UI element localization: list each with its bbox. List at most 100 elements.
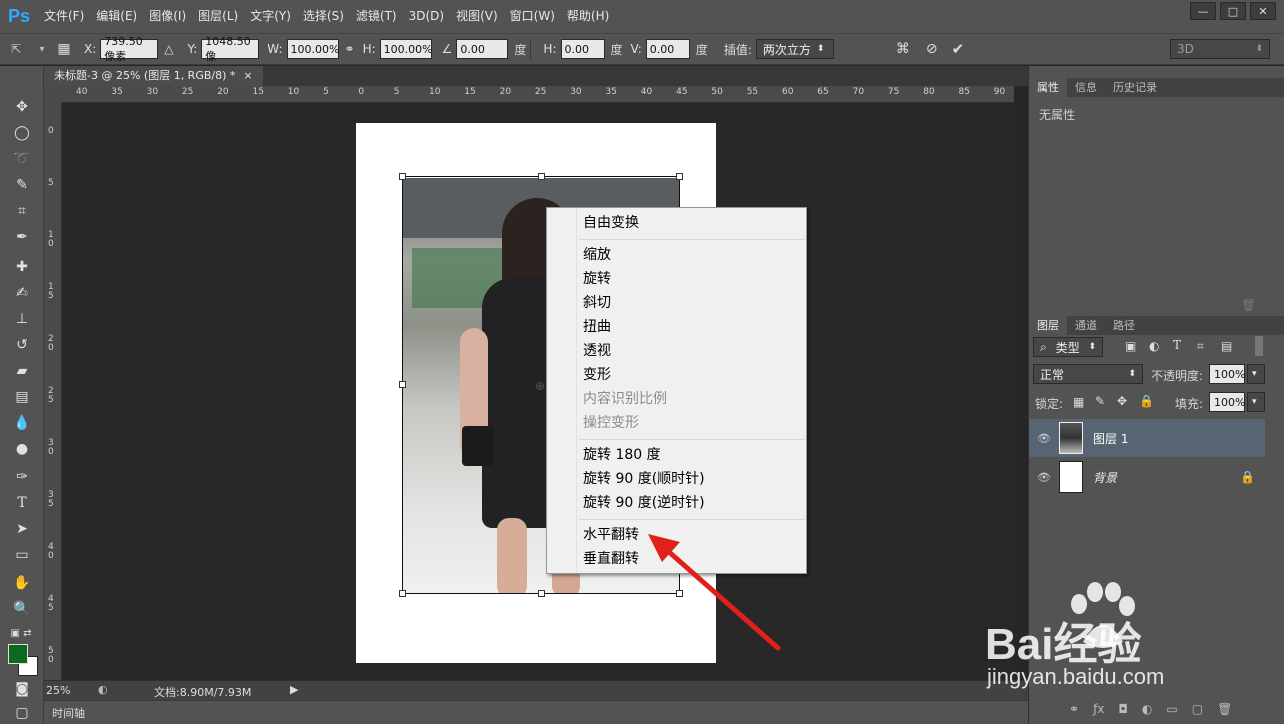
menu-item-flip-horizontal[interactable]: 水平翻转 xyxy=(583,524,639,546)
eraser-tool-icon[interactable]: ▰ xyxy=(10,360,34,382)
zoom-level[interactable]: 25% xyxy=(46,684,70,697)
menu-select[interactable]: 选择(S) xyxy=(297,0,350,33)
blur-tool-icon[interactable]: 💧 xyxy=(10,412,34,434)
lock-transparent-icon[interactable]: ▦ xyxy=(1073,395,1084,409)
blend-mode-select[interactable]: 正常 ⬍ xyxy=(1033,364,1143,384)
menu-item-skew[interactable]: 斜切 xyxy=(583,292,611,314)
y-position-field[interactable]: 1048.50 像 xyxy=(201,35,260,63)
reference-point-icon[interactable]: ▦ xyxy=(52,41,76,57)
close-tab-icon[interactable]: × xyxy=(243,66,252,86)
layer-name[interactable]: 图层 1 xyxy=(1093,430,1128,447)
pixel-filter-icon[interactable]: ▣ xyxy=(1125,339,1136,353)
type-filter-icon[interactable]: T xyxy=(1173,338,1181,352)
opacity-field[interactable]: 100% xyxy=(1209,364,1245,384)
fill-field[interactable]: 100% xyxy=(1209,392,1245,412)
transform-handle[interactable] xyxy=(538,173,545,180)
relative-position-icon[interactable]: △ xyxy=(164,42,173,56)
menu-item-scale[interactable]: 缩放 xyxy=(583,244,611,266)
gradient-tool-icon[interactable]: ▤ xyxy=(10,386,34,408)
tab-properties[interactable]: 属性 xyxy=(1029,78,1067,97)
screen-mode-icon[interactable]: ▢ xyxy=(10,702,34,724)
canvas-area[interactable]: ⊕ xyxy=(62,103,1014,680)
play-triangle-icon[interactable]: ▶ xyxy=(290,683,298,696)
zoom-tool-icon[interactable]: 🔍 xyxy=(10,598,34,620)
transform-handle[interactable] xyxy=(399,173,406,180)
swap-colors-icon[interactable]: ▣ ⇄ xyxy=(6,622,36,644)
horizontal-ruler[interactable]: 40 35 30 25 20 15 10 5 0 5 10 15 20 25 30 35 40 45 50 55 60 6… xyxy=(62,86,1014,103)
transform-handle[interactable] xyxy=(676,173,683,180)
path-selection-icon[interactable]: ➤ xyxy=(10,518,34,540)
trash-icon[interactable]: 🗑 xyxy=(1241,298,1256,312)
layer-filter-select[interactable]: ⌕ 类型 ⬍ xyxy=(1033,337,1103,357)
document-tab[interactable]: 未标题-3 @ 25% (图层 1, RGB/8) * × xyxy=(44,66,263,86)
tab-paths[interactable]: 路径 xyxy=(1105,316,1143,335)
delete-layer-icon[interactable]: 🗑 xyxy=(1217,702,1232,716)
x-position-field[interactable]: 739.50 像素 xyxy=(100,35,159,63)
transform-center-icon[interactable]: ⊕ xyxy=(535,379,545,393)
tab-history[interactable]: 历史记录 xyxy=(1105,78,1165,97)
minimize-icon[interactable]: — xyxy=(1190,2,1216,20)
filter-toggle[interactable] xyxy=(1255,336,1263,356)
crop-tool-icon[interactable]: ⌗ xyxy=(10,200,34,222)
opacity-dropdown-icon[interactable]: ▾ xyxy=(1247,364,1265,384)
transform-handle[interactable] xyxy=(399,381,406,388)
rotate-angle-field[interactable]: 0.00 xyxy=(456,39,509,59)
menu-type[interactable]: 文字(Y) xyxy=(244,0,297,33)
menu-file[interactable]: 文件(F) xyxy=(38,0,90,33)
quick-selection-icon[interactable]: ✎ xyxy=(10,174,34,196)
fill-dropdown-icon[interactable]: ▾ xyxy=(1247,392,1265,412)
lock-all-icon[interactable]: 🔒 xyxy=(1139,394,1154,408)
maximize-icon[interactable]: □ xyxy=(1220,2,1246,20)
workspace-select[interactable]: 3D ⬍ xyxy=(1170,39,1270,59)
brush-tool-icon[interactable]: ✍ xyxy=(10,282,34,304)
layer-row-background[interactable]: 👁 背景 🔒 xyxy=(1029,458,1265,496)
foreground-color-swatch[interactable] xyxy=(8,644,28,664)
layer-row-layer-1[interactable]: 👁 图层 1 xyxy=(1029,419,1265,457)
eye-icon[interactable]: 👁 xyxy=(1029,432,1059,445)
move-tool-preset-icon[interactable]: ⇱ xyxy=(0,42,32,56)
h-skew-field[interactable]: 0.00 xyxy=(560,39,605,59)
menu-item-warp[interactable]: 变形 xyxy=(583,364,611,386)
shape-filter-icon[interactable]: ⌗ xyxy=(1197,339,1204,354)
smart-object-filter-icon[interactable]: ▤ xyxy=(1221,339,1232,353)
transform-handle[interactable] xyxy=(399,590,406,597)
width-field[interactable]: 100.00% xyxy=(286,39,339,59)
cancel-transform-icon[interactable]: ⊘ xyxy=(926,41,938,57)
warp-mode-icon[interactable]: ⌘ xyxy=(896,41,910,57)
status-menu-icon[interactable]: ◐ xyxy=(98,683,108,696)
menu-help[interactable]: 帮助(H) xyxy=(561,0,615,33)
timeline-tab[interactable]: 时间轴 xyxy=(52,705,85,721)
layer-style-icon[interactable]: ƒx xyxy=(1093,702,1104,716)
menu-layer[interactable]: 图层(L) xyxy=(192,0,244,33)
type-tool-icon[interactable]: T xyxy=(10,492,34,514)
tab-channels[interactable]: 通道 xyxy=(1067,316,1105,335)
link-layers-icon[interactable]: ⚭ xyxy=(1069,702,1079,716)
menu-item-rotate-90-ccw[interactable]: 旋转 90 度(逆时针) xyxy=(583,492,705,514)
menu-item-distort[interactable]: 扭曲 xyxy=(583,316,611,338)
interpolation-select[interactable]: 两次立方 ⬍ xyxy=(755,39,834,59)
adjustment-filter-icon[interactable]: ◐ xyxy=(1149,339,1159,353)
hand-tool-icon[interactable]: ✋ xyxy=(10,572,34,594)
eye-icon[interactable]: 👁 xyxy=(1029,471,1059,484)
lasso-tool-icon[interactable]: ➰ xyxy=(10,148,34,170)
height-field[interactable]: 100.00% xyxy=(379,39,433,59)
new-adjustment-icon[interactable]: ◐ xyxy=(1142,702,1152,716)
menu-item-rotate-90-cw[interactable]: 旋转 90 度(顺时针) xyxy=(583,468,705,490)
menu-item-free-transform[interactable]: 自由变换 xyxy=(583,212,639,234)
tab-layers[interactable]: 图层 xyxy=(1029,316,1067,335)
layer-name[interactable]: 背景 xyxy=(1093,469,1117,486)
commit-transform-icon[interactable]: ✔ xyxy=(952,40,965,58)
lock-position-icon[interactable]: ✥ xyxy=(1117,394,1127,408)
pen-tool-icon[interactable]: ✑ xyxy=(10,466,34,488)
tab-info[interactable]: 信息 xyxy=(1067,78,1105,97)
menu-view[interactable]: 视图(V) xyxy=(450,0,504,33)
rectangle-tool-icon[interactable]: ▭ xyxy=(10,544,34,566)
healing-brush-icon[interactable]: ✚ xyxy=(10,256,34,278)
move-tool-icon[interactable]: ✥ xyxy=(10,96,34,118)
chevron-down-icon[interactable]: ▾ xyxy=(32,44,52,55)
quick-mask-icon[interactable]: ◙ xyxy=(10,678,34,700)
add-mask-icon[interactable]: ◘ xyxy=(1118,702,1128,716)
v-skew-field[interactable]: 0.00 xyxy=(645,39,690,59)
menu-item-flip-vertical[interactable]: 垂直翻转 xyxy=(583,548,639,570)
link-icon[interactable]: ⚭ xyxy=(345,42,355,56)
